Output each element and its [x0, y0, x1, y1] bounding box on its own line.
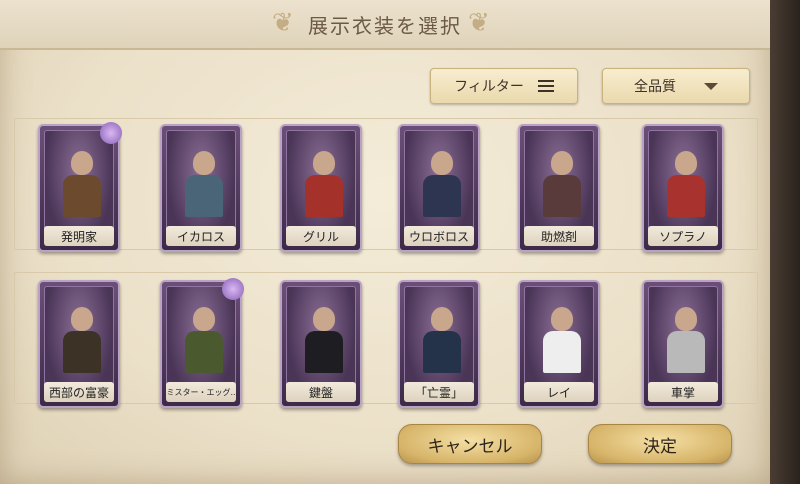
- costume-card[interactable]: 助燃剤: [518, 124, 600, 252]
- costume-name: ミスター・エッグ..: [166, 382, 236, 402]
- character-figure: [663, 145, 709, 217]
- page-title: 展示衣装を選択: [308, 14, 462, 38]
- character-head: [313, 151, 335, 175]
- costume-name: 西部の富豪: [44, 382, 114, 402]
- costume-name: 鍵盤: [286, 382, 356, 402]
- costume-name: 「亡霊」: [404, 382, 474, 402]
- costume-name: 車掌: [648, 382, 718, 402]
- costume-name: 発明家: [44, 226, 114, 246]
- title-bar: ❦ 展示衣装を選択 ❦: [0, 0, 770, 50]
- character-figure: [181, 301, 227, 373]
- costume-name: ソプラノ: [648, 226, 718, 246]
- list-icon: [537, 80, 554, 92]
- character-head: [193, 307, 215, 331]
- character-figure: [419, 301, 465, 373]
- character-outfit: [667, 175, 705, 217]
- costume-name: イカロス: [166, 226, 236, 246]
- character-head: [193, 151, 215, 175]
- costume-name: 助燃剤: [524, 226, 594, 246]
- character-figure: [663, 301, 709, 373]
- character-outfit: [423, 175, 461, 217]
- character-outfit: [185, 175, 223, 217]
- costume-name: ウロボロス: [404, 226, 474, 246]
- costume-name: グリル: [286, 226, 356, 246]
- flower-icon: [100, 122, 122, 144]
- character-figure: [419, 145, 465, 217]
- confirm-button[interactable]: 決定: [588, 424, 732, 464]
- character-outfit: [305, 331, 343, 373]
- character-outfit: [63, 331, 101, 373]
- character-head: [313, 307, 335, 331]
- quality-label: 全品質: [634, 79, 676, 95]
- laurel-right-icon: ❦: [468, 8, 490, 38]
- character-figure: [59, 145, 105, 217]
- character-outfit: [667, 331, 705, 373]
- costume-card[interactable]: グリル: [280, 124, 362, 252]
- character-head: [551, 307, 573, 331]
- costume-card[interactable]: レイ: [518, 280, 600, 408]
- costume-select-panel: ❦ 展示衣装を選択 ❦ フィルター 全品質 発明家 イカロス グリル ウロボロス 助燃剤…: [0, 0, 770, 484]
- flower-icon: [222, 278, 244, 300]
- character-head: [71, 151, 93, 175]
- character-outfit: [185, 331, 223, 373]
- character-figure: [59, 301, 105, 373]
- character-head: [675, 307, 697, 331]
- character-head: [551, 151, 573, 175]
- character-outfit: [543, 175, 581, 217]
- costume-card[interactable]: イカロス: [160, 124, 242, 252]
- cancel-button[interactable]: キャンセル: [398, 424, 542, 464]
- character-outfit: [423, 331, 461, 373]
- character-head: [431, 151, 453, 175]
- filter-button[interactable]: フィルター: [430, 68, 578, 104]
- costume-card[interactable]: ウロボロス: [398, 124, 480, 252]
- costume-card[interactable]: 車掌: [642, 280, 724, 408]
- character-figure: [539, 145, 585, 217]
- character-outfit: [63, 175, 101, 217]
- quality-dropdown[interactable]: 全品質: [602, 68, 750, 104]
- character-figure: [181, 145, 227, 217]
- filter-label: フィルター: [454, 79, 524, 95]
- character-head: [431, 307, 453, 331]
- costume-card[interactable]: ソプラノ: [642, 124, 724, 252]
- character-outfit: [543, 331, 581, 373]
- costume-name: レイ: [524, 382, 594, 402]
- costume-card[interactable]: 西部の富豪: [38, 280, 120, 408]
- character-outfit: [305, 175, 343, 217]
- costume-card[interactable]: 鍵盤: [280, 280, 362, 408]
- character-figure: [539, 301, 585, 373]
- character-figure: [301, 145, 347, 217]
- character-figure: [301, 301, 347, 373]
- character-head: [71, 307, 93, 331]
- chevron-down-icon: [704, 82, 718, 90]
- character-head: [675, 151, 697, 175]
- costume-card[interactable]: 「亡霊」: [398, 280, 480, 408]
- background-edge: [770, 0, 800, 484]
